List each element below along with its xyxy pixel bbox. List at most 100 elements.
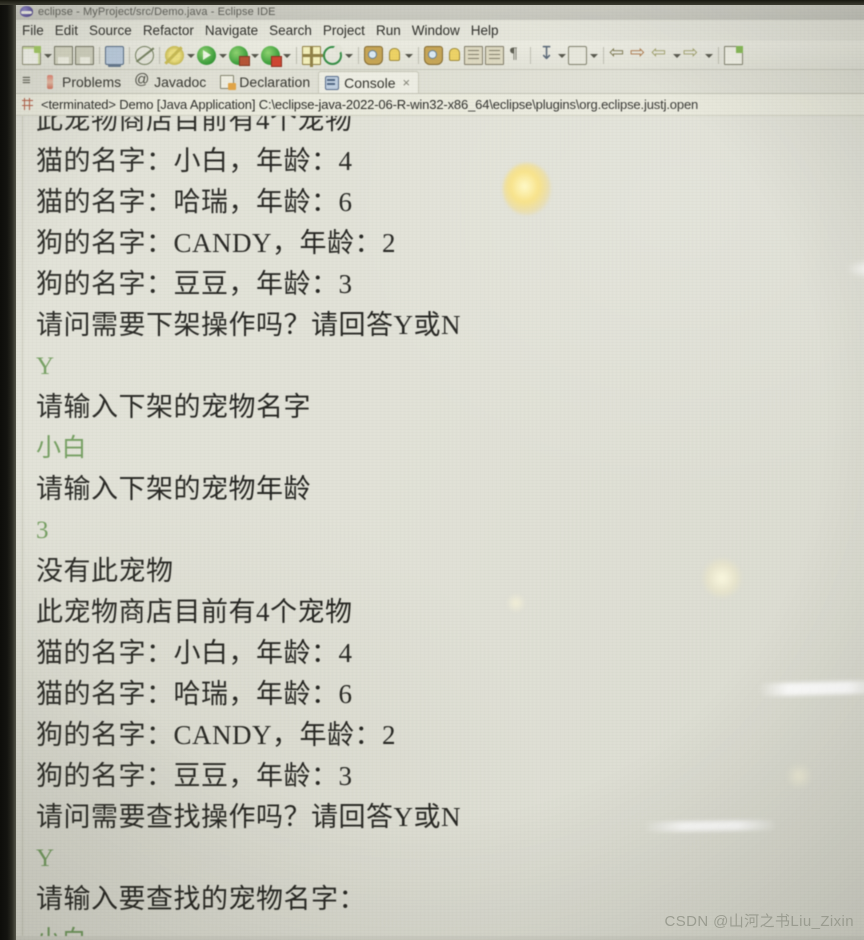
problems-icon (43, 75, 57, 89)
search-icon[interactable] (424, 45, 443, 65)
run-icon[interactable] (197, 45, 216, 65)
show-whitespace-icon[interactable] (506, 45, 525, 65)
window-title: eclipse - MyProject/src/Demo.java - Ecli… (38, 5, 276, 18)
console-input-line: 3 (36, 517, 49, 544)
chevron-down-icon[interactable] (282, 46, 291, 65)
chevron-down-icon[interactable] (557, 46, 566, 65)
tab-label: Javadoc (154, 74, 207, 90)
console-output-line: 请输入下架的宠物年龄 (36, 474, 311, 504)
perspective-icon[interactable] (568, 45, 587, 65)
console-input-line: 小白 (36, 435, 88, 462)
open-console-icon[interactable] (105, 45, 124, 67)
menu-item-navigate[interactable]: Navigate (205, 23, 258, 38)
view-tab-bar: Problems Javadoc Declaration Console × (16, 70, 864, 94)
launch-terminated-icon (20, 97, 35, 112)
skip-breakpoints-icon[interactable] (135, 45, 154, 65)
run-configurations-icon[interactable] (229, 45, 250, 66)
console-output-area[interactable]: 此宠物商店目前有4个宠物 猫的名字：小白，年龄：4 猫的名字：哈瑞，年龄：6 狗的名字… (16, 116, 864, 936)
toggle-block-icon[interactable] (485, 45, 504, 65)
title-bar: eclipse - MyProject/src/Demo.java - Ecli… (16, 3, 864, 20)
console-output-line: 狗的名字：CANDY，年龄：2 (36, 228, 397, 258)
menu-item-search[interactable]: Search (269, 23, 312, 38)
tab-problems[interactable]: Problems (37, 71, 129, 93)
console-output-line: 没有此宠物 (36, 556, 174, 586)
open-type-icon[interactable] (364, 45, 383, 65)
chevron-down-icon[interactable] (43, 46, 52, 65)
menu-item-window[interactable]: Window (412, 23, 460, 38)
console-output-line: 猫的名字：哈瑞，年龄：6 (36, 187, 353, 217)
menu-item-project[interactable]: Project (323, 23, 365, 38)
new-file-icon[interactable] (22, 45, 41, 65)
external-tools-icon[interactable] (323, 45, 342, 65)
tab-label: Problems (62, 74, 122, 90)
open-task-icon[interactable] (385, 46, 402, 65)
console-input-line: Y (36, 845, 55, 872)
console-output-line: 狗的名字：豆豆，年龄：3 (36, 761, 353, 791)
menu-item-help[interactable]: Help (471, 23, 499, 38)
chevron-down-icon[interactable] (589, 46, 598, 65)
toolbar-separator (129, 46, 130, 64)
console-output-line: 此宠物商店目前有4个宠物 (36, 597, 353, 627)
monitor-bezel-left (0, 0, 16, 940)
console-output-line: 此宠物商店目前有4个宠物 (36, 116, 353, 135)
coverage-icon[interactable] (261, 45, 282, 67)
tab-console[interactable]: Console × (318, 71, 420, 93)
next-edit-icon[interactable] (683, 42, 702, 65)
debug-icon[interactable] (165, 45, 184, 65)
menu-item-run[interactable]: Run (376, 23, 401, 38)
menu-item-file[interactable]: File (22, 23, 44, 38)
chevron-down-icon[interactable] (672, 46, 681, 65)
chevron-down-icon[interactable] (344, 46, 353, 65)
console-output-line: 请问需要查找操作吗？请回答Y或N (36, 802, 461, 832)
toolbar-separator (159, 46, 160, 64)
chevron-down-icon[interactable] (404, 46, 413, 65)
console-output-line: 猫的名字：小白，年龄：4 (36, 146, 353, 176)
chevron-down-icon[interactable] (218, 46, 227, 65)
toolbar-separator (296, 46, 297, 64)
tab-declaration[interactable]: Declaration (214, 71, 318, 93)
forward-icon[interactable] (630, 42, 649, 65)
chevron-down-icon[interactable] (250, 46, 259, 65)
menu-item-edit[interactable]: Edit (55, 23, 78, 38)
view-menu-icon[interactable] (20, 72, 37, 93)
launch-status-bar: <terminated> Demo [Java Application] C:\… (16, 94, 864, 116)
last-edit-icon[interactable] (445, 46, 462, 65)
console-output-line: 狗的名字：豆豆，年龄：3 (36, 269, 353, 299)
previous-edit-icon[interactable] (651, 42, 670, 65)
chevron-down-icon[interactable] (704, 46, 713, 65)
menu-item-refactor[interactable]: Refactor (143, 23, 194, 38)
back-icon[interactable] (609, 42, 628, 65)
console-output-line: 狗的名字：CANDY，年龄：2 (36, 720, 397, 750)
close-icon[interactable]: × (403, 75, 411, 90)
console-input-line: Y (36, 353, 55, 380)
toolbar-separator (418, 46, 419, 64)
launch-description: <terminated> Demo [Java Application] C:\… (41, 97, 699, 112)
tab-label: Console (344, 74, 396, 91)
toolbar-separator (358, 46, 359, 64)
eclipse-window: eclipse - MyProject/src/Demo.java - Ecli… (16, 3, 864, 940)
toolbar-separator (718, 46, 719, 64)
new-package-icon[interactable] (302, 45, 323, 67)
menu-item-source[interactable]: Source (89, 23, 132, 38)
pin-editor-icon[interactable] (536, 43, 555, 65)
declaration-icon (220, 75, 237, 90)
monitor-bezel-top (0, 0, 864, 5)
photographed-screen: eclipse - MyProject/src/Demo.java - Ecli… (0, 0, 864, 940)
new-editor-icon[interactable] (724, 45, 743, 65)
console-output-line: 猫的名字：小白，年龄：4 (36, 638, 353, 668)
save-all-icon[interactable] (75, 45, 94, 65)
javadoc-icon (134, 71, 149, 89)
toolbar-separator (530, 46, 531, 64)
tab-label: Declaration (239, 74, 311, 90)
console-output-line: 请输入下架的宠物名字 (36, 392, 311, 422)
console-icon (325, 75, 340, 90)
tab-javadoc[interactable]: Javadoc (129, 71, 214, 93)
next-annotation-icon[interactable] (464, 45, 483, 65)
main-toolbar (16, 41, 864, 70)
save-icon[interactable] (54, 45, 73, 65)
console-output-line: 请问需要下架操作吗？请回答Y或N (36, 310, 461, 340)
toolbar-separator (603, 46, 604, 64)
console-output-line: 猫的名字：哈瑞，年龄：6 (36, 679, 353, 709)
chevron-down-icon[interactable] (186, 46, 195, 65)
toolbar-separator (99, 46, 100, 64)
